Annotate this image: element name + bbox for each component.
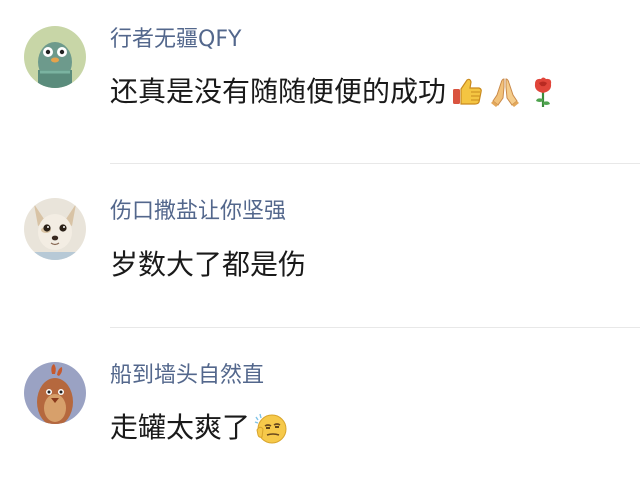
username[interactable]: 行者无疆QFY — [110, 26, 241, 54]
comment-body: 还真是没有随随便便的成功 — [110, 72, 560, 112]
avatar[interactable] — [24, 26, 86, 88]
smirk-face-icon — [254, 411, 288, 445]
chihuahua-avatar-icon — [24, 198, 86, 260]
avatar[interactable] — [24, 198, 86, 260]
praying-hands-icon — [488, 75, 522, 109]
comment-body: 走罐太爽了 — [110, 408, 288, 448]
comment-item: 伤口撒盐让你坚强 岁数大了都是伤 — [0, 164, 640, 328]
avatar[interactable] — [24, 362, 86, 424]
comment-list: 行者无疆QFY 还真是没有随随便便的成功 伤口撒盐让你坚强 岁数大了都是伤 船到… — [0, 0, 640, 501]
comment-text: 还真是没有随随便便的成功 — [110, 75, 447, 108]
brown-bird-avatar-icon — [24, 362, 86, 424]
rose-icon — [526, 75, 560, 109]
username[interactable]: 伤口撒盐让你坚强 — [110, 198, 286, 226]
comment-text: 岁数大了都是伤 — [110, 248, 307, 281]
comment-body: 岁数大了都是伤 — [110, 245, 306, 285]
comment-text: 走罐太爽了 — [110, 411, 251, 444]
thumbs-up-icon — [450, 75, 484, 109]
green-bird-avatar-icon — [24, 26, 86, 88]
username[interactable]: 船到墙头自然直 — [110, 362, 264, 390]
comment-item: 行者无疆QFY 还真是没有随随便便的成功 — [0, 0, 640, 164]
comment-item: 船到墙头自然直 走罐太爽了 — [0, 328, 640, 492]
